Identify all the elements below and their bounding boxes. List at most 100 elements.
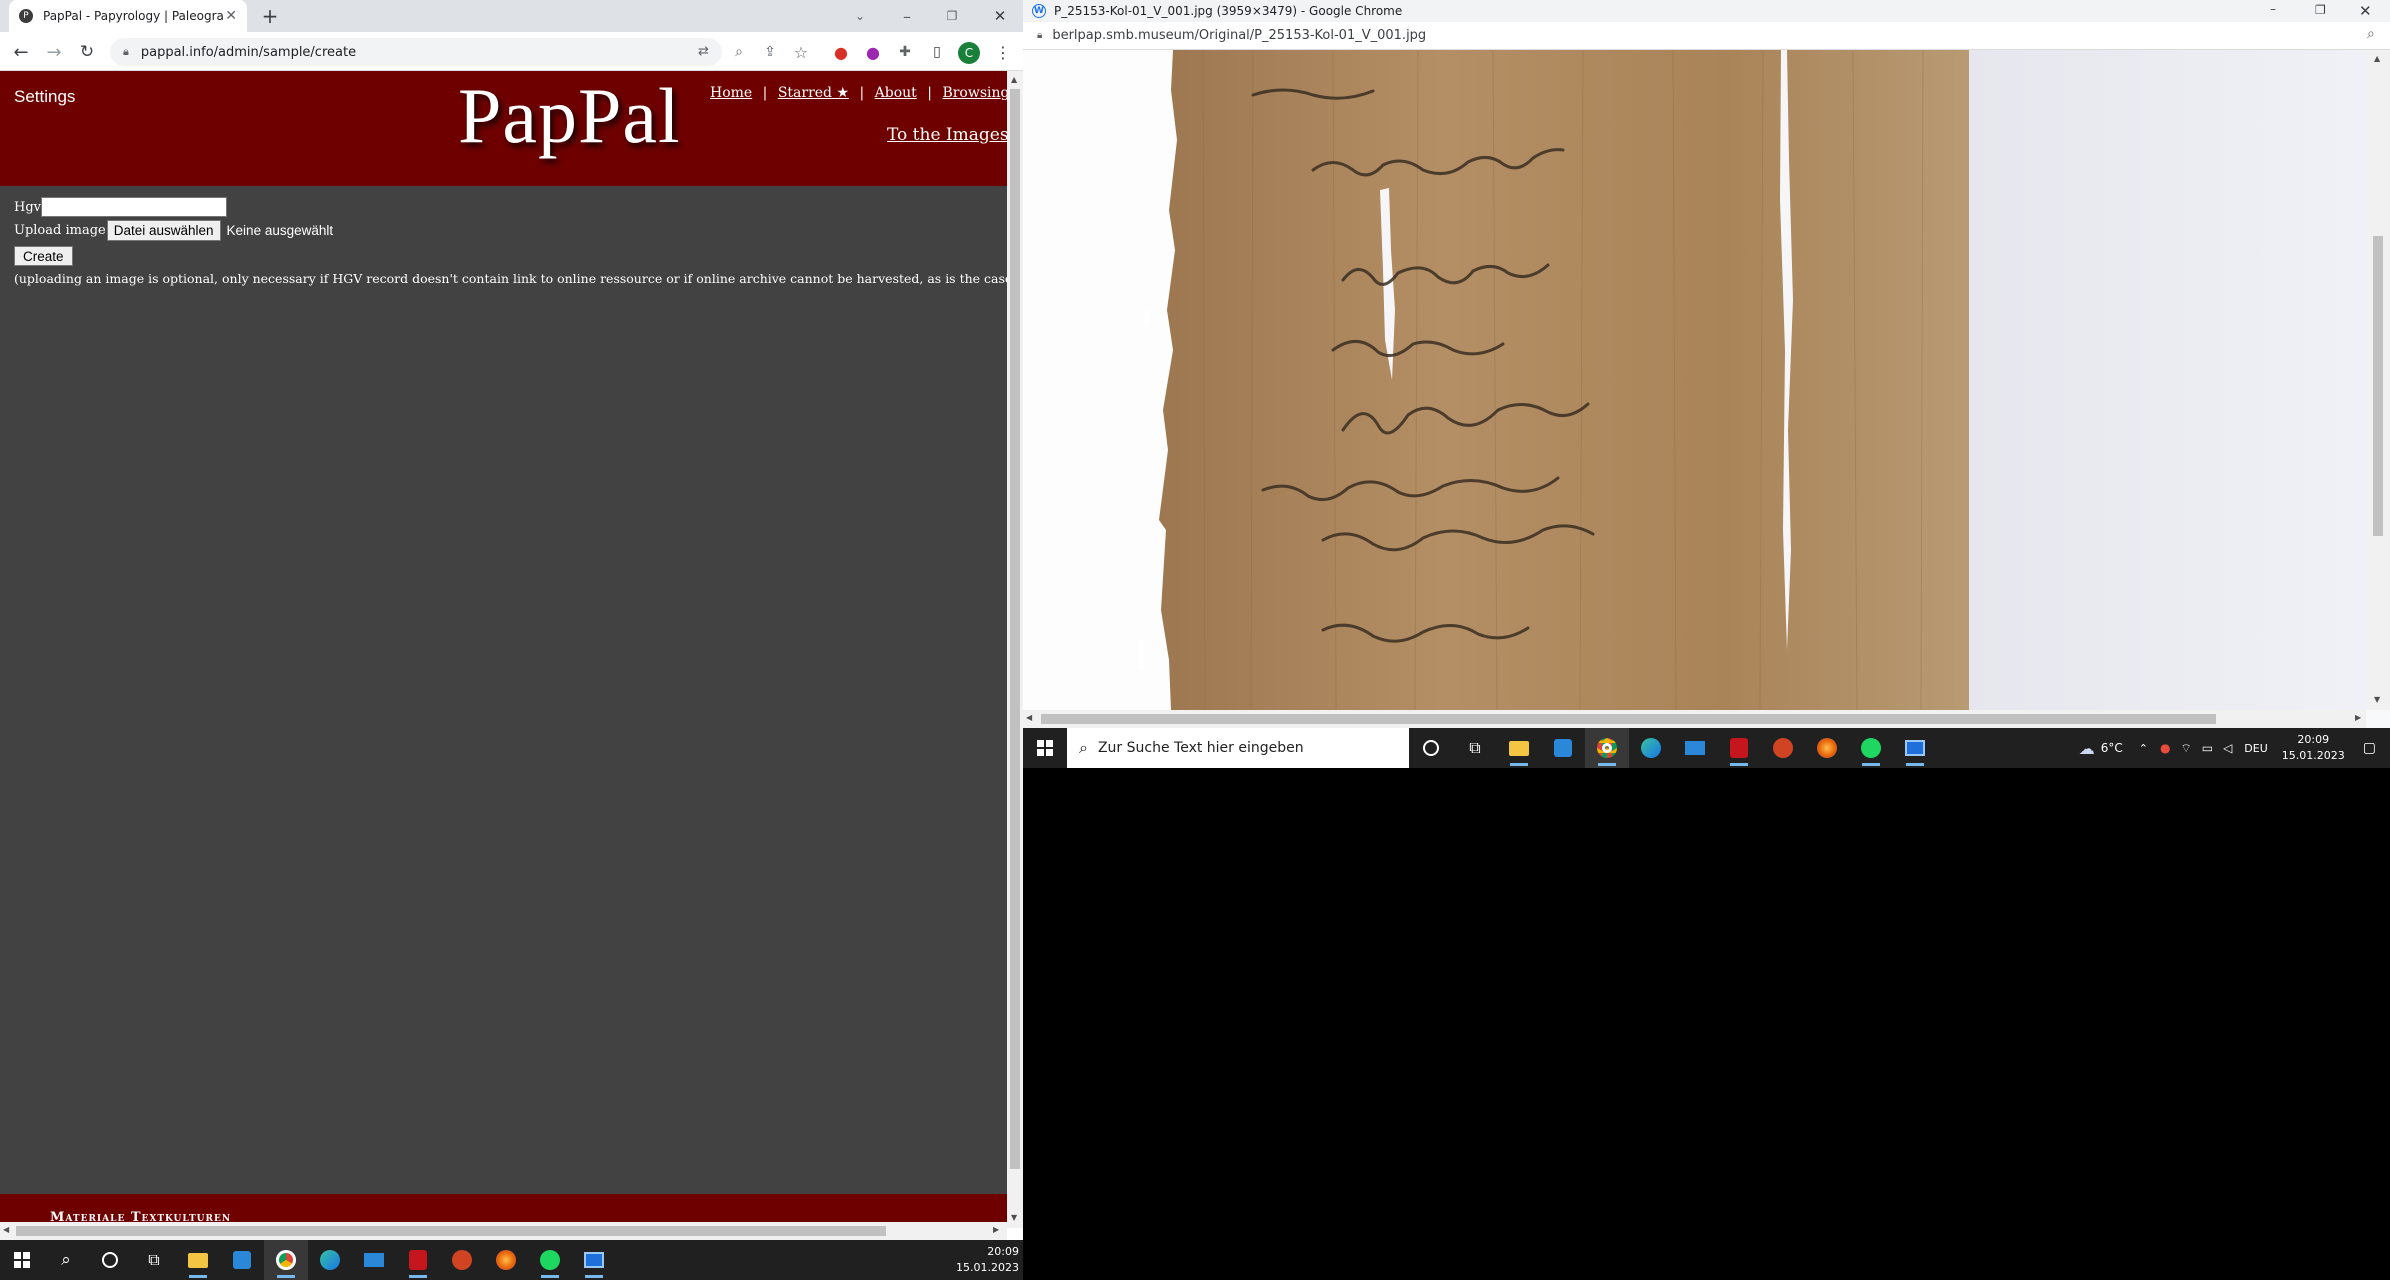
weather-temp[interactable]: 6°C (2101, 741, 2123, 755)
battery-icon[interactable]: ▭ (2202, 741, 2213, 755)
input-language[interactable]: DEU (2244, 742, 2267, 755)
side-panel-icon[interactable]: ▯ (926, 41, 948, 63)
photos-icon[interactable] (1893, 728, 1937, 768)
reload-icon[interactable]: ↻ (76, 41, 98, 63)
tab-title: PapPal - Papyrology | Paleograph (43, 9, 223, 23)
zoom-icon[interactable]: ⌕ (2367, 26, 2375, 42)
tab-close-icon[interactable]: ✕ (225, 8, 237, 24)
tab-pappal[interactable]: P PapPal - Papyrology | Paleograph ✕ (9, 0, 247, 32)
image-horizontal-scrollbar[interactable]: ◀ ▶ (1023, 710, 2366, 728)
cortana-icon[interactable] (1409, 728, 1453, 768)
papyrus-image[interactable] (1023, 50, 2366, 710)
scroll-down-arrow[interactable]: ▼ (1011, 1213, 1017, 1222)
restore-icon[interactable]: ❐ (940, 4, 964, 28)
taskbar-clock[interactable]: 20:09 15.01.2023 (2282, 732, 2345, 764)
acrobat-icon[interactable] (396, 1240, 440, 1280)
scroll-thumb[interactable] (2373, 236, 2383, 536)
scroll-up-arrow[interactable]: ▲ (1011, 75, 1017, 84)
address-bar[interactable]: 🔒︎ berlpap.smb.museum/Original/P_25153-K… (1023, 22, 2390, 50)
weather-cloud-icon[interactable]: ☁ (2079, 739, 2095, 758)
taskbar-search-box[interactable]: ⌕ Zur Suche Text hier eingeben (1067, 728, 1409, 768)
extension-red-icon[interactable]: ● (830, 41, 852, 63)
extension-purple-icon[interactable]: ● (862, 41, 884, 63)
bookmark-star-icon[interactable]: ☆ (790, 41, 812, 63)
acrobat-icon[interactable] (1717, 728, 1761, 768)
powerpoint-icon[interactable] (440, 1240, 484, 1280)
create-button[interactable]: Create (14, 246, 73, 266)
edge-icon[interactable] (1629, 728, 1673, 768)
spotify-icon[interactable] (1849, 728, 1893, 768)
hgv-input[interactable] (41, 197, 228, 217)
scroll-thumb[interactable] (16, 1226, 886, 1236)
search-icon: ⌕ (1079, 738, 1088, 757)
address-bar[interactable]: 🔒︎ pappal.info/admin/sample/create ⇄ (110, 38, 722, 66)
powerpoint-icon[interactable] (1761, 728, 1805, 768)
tab-search-icon[interactable]: ⌄ (850, 6, 870, 26)
scroll-right-arrow[interactable]: ▶ (2355, 713, 2361, 722)
microsoft-store-icon[interactable] (220, 1240, 264, 1280)
forward-icon[interactable]: → (43, 41, 65, 63)
mail-icon[interactable] (352, 1240, 396, 1280)
scroll-thumb[interactable] (1010, 89, 1020, 1169)
pappal-logo[interactable]: PapPal (458, 71, 681, 161)
window-close-icon[interactable]: ✕ (988, 4, 1012, 28)
firefox-icon[interactable] (1805, 728, 1849, 768)
clock-date: 15.01.2023 (956, 1261, 1019, 1274)
network-icon[interactable]: ⌔ (2180, 741, 2191, 756)
scroll-up-arrow[interactable]: ▲ (2374, 54, 2380, 63)
start-button[interactable] (1023, 728, 1067, 768)
chrome-icon[interactable] (1585, 728, 1629, 768)
task-view-icon[interactable]: ⧉ (132, 1240, 176, 1280)
notifications-icon[interactable]: ▢ (2363, 740, 2376, 756)
chrome-menu-icon[interactable]: ⋮ (994, 41, 1012, 63)
page-horizontal-scrollbar[interactable]: ◀ ▶ (0, 1222, 1007, 1240)
settings-link[interactable]: Settings (14, 87, 75, 107)
upload-image-label: Upload image (14, 222, 106, 238)
window-close-icon[interactable]: ✕ (2359, 2, 2372, 20)
chrome-icon[interactable] (264, 1240, 308, 1280)
restore-icon[interactable]: ❐ (2315, 3, 2326, 17)
scroll-left-arrow[interactable]: ◀ (3, 1225, 9, 1234)
nav-about[interactable]: About (875, 85, 917, 101)
new-tab-icon[interactable]: + (258, 4, 282, 28)
nav-starred[interactable]: Starred ★ (778, 85, 849, 101)
nav-home[interactable]: Home (710, 85, 752, 101)
tray-chevron-icon[interactable]: ⌃ (2139, 742, 2148, 755)
minimize-icon[interactable]: – (2270, 2, 2276, 16)
choose-file-button[interactable]: Datei auswählen (106, 219, 221, 241)
volume-icon[interactable]: ◁ (2223, 741, 2232, 755)
scroll-down-arrow[interactable]: ▼ (2374, 695, 2380, 704)
extensions-puzzle-icon[interactable]: ✚ (894, 41, 916, 63)
scroll-left-arrow[interactable]: ◀ (1026, 713, 1032, 722)
task-view-icon[interactable]: ⧉ (1453, 728, 1497, 768)
image-vertical-scrollbar[interactable]: ▲ ▼ (2366, 50, 2390, 710)
mail-icon[interactable] (1673, 728, 1717, 768)
minimize-icon[interactable]: – (895, 4, 919, 28)
page-vertical-scrollbar[interactable]: ▲ ▼ (1007, 71, 1023, 1228)
edge-icon[interactable] (308, 1240, 352, 1280)
tray-app-icon[interactable]: ● (2160, 741, 2170, 755)
translate-icon[interactable]: ⇄ (698, 44, 709, 59)
firefox-icon[interactable] (484, 1240, 528, 1280)
file-explorer-icon[interactable] (176, 1240, 220, 1280)
file-explorer-icon[interactable] (1497, 728, 1541, 768)
back-icon[interactable]: ← (10, 41, 32, 63)
start-button[interactable] (0, 1240, 44, 1280)
spotify-icon[interactable] (528, 1240, 572, 1280)
wordpress-icon: W (1032, 4, 1046, 18)
nav-browsing-tips[interactable]: Browsing Tips (942, 85, 1007, 101)
cortana-icon[interactable] (88, 1240, 132, 1280)
search-icon[interactable]: ⌕ (44, 1240, 88, 1280)
to-the-images-link[interactable]: To the Images ... (887, 125, 1007, 145)
taskbar-clock[interactable]: 20:09 15.01.2023 (956, 1244, 1019, 1276)
share-icon[interactable]: ⇪ (759, 41, 781, 63)
microsoft-store-icon[interactable] (1541, 728, 1585, 768)
zoom-icon[interactable]: ⌕ (728, 41, 750, 63)
clock-time: 20:09 (2297, 733, 2330, 746)
scroll-thumb[interactable] (1041, 714, 2216, 724)
nav-separator: | (762, 85, 768, 101)
hgv-label: Hgv (14, 199, 42, 215)
scroll-right-arrow[interactable]: ▶ (993, 1225, 999, 1234)
photos-icon[interactable] (572, 1240, 616, 1280)
profile-avatar[interactable]: C (958, 42, 980, 64)
